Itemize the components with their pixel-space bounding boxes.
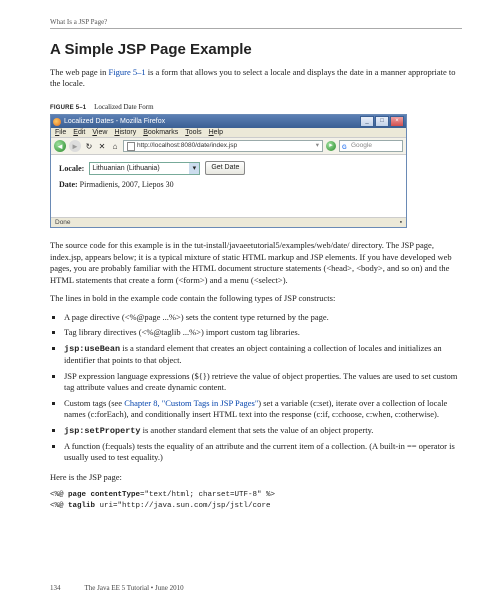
dropdown-icon[interactable]: ▾ <box>316 141 319 151</box>
chapter8-link[interactable]: Chapter 8, "Custom Tags in JSP Pages" <box>124 398 258 408</box>
setproperty-code: jsp:setProperty <box>64 426 141 436</box>
intro-paragraph: The web page in Figure 5–1 is a form tha… <box>50 67 462 90</box>
book-title: The Java EE 5 Tutorial • June 2010 <box>85 584 184 592</box>
usebean-code: jsp:useBean <box>64 344 120 354</box>
date-output: Date: Pirmadienis, 2007, Liepos 30 <box>59 180 398 189</box>
page-content: Locale: Lithuanian (Lithuania) ▾ Get Dat… <box>51 155 406 217</box>
locale-label: Locale: <box>59 164 84 173</box>
here-is-paragraph: Here is the JSP page: <box>50 472 462 483</box>
status-icon: ▪ <box>400 219 402 226</box>
bullet-el: JSP expression language expressions (${}… <box>64 371 462 394</box>
intro-text-before: The web page in <box>50 67 109 77</box>
custom-tags-before: Custom tags (see <box>64 398 124 408</box>
usebean-text: is a standard element that creates an ob… <box>64 343 442 365</box>
code-l2c: uri="http://java.sun.com/jsp/jstl/core <box>95 502 271 510</box>
browser-window: Localized Dates - Mozilla Firefox _ □ × … <box>50 114 407 228</box>
bold-intro-paragraph: The lines in bold in the example code co… <box>50 293 462 304</box>
menu-bookmarks[interactable]: Bookmarks <box>143 129 178 136</box>
code-l1c: ="text/html; charset=UTF-8" %> <box>140 491 275 499</box>
close-button[interactable]: × <box>390 116 404 127</box>
code-block: <%@ page contentType="text/html; charset… <box>50 490 462 510</box>
get-date-button[interactable]: Get Date <box>205 161 245 175</box>
menu-file[interactable]: File <box>55 129 66 136</box>
bullet-function: A function (f:equals) tests the equality… <box>64 441 462 464</box>
locale-select[interactable]: Lithuanian (Lithuania) ▾ <box>89 162 200 175</box>
bullet-usebean: jsp:useBean is a standard element that c… <box>64 343 462 367</box>
window-title: Localized Dates - Mozilla Firefox <box>64 118 360 125</box>
search-placeholder: Google <box>351 141 372 151</box>
menu-history[interactable]: History <box>114 129 136 136</box>
page-number: 134 <box>50 584 61 592</box>
minimize-button[interactable]: _ <box>360 116 374 127</box>
constructs-list: A page directive (<%@page ...%>) sets th… <box>50 312 462 464</box>
figure-caption-text: Localized Date Form <box>94 103 153 111</box>
go-button[interactable]: ▸ <box>326 141 336 151</box>
firefox-icon <box>53 118 61 126</box>
menu-view[interactable]: View <box>92 129 107 136</box>
search-box[interactable]: G Google <box>339 140 403 152</box>
back-button[interactable]: ◄ <box>54 140 66 152</box>
google-icon: G <box>342 143 349 150</box>
locale-value: Lithuanian (Lithuania) <box>92 163 159 174</box>
setproperty-text: is another standard element that sets th… <box>141 425 374 435</box>
home-icon[interactable]: ⌂ <box>110 141 120 151</box>
bullet-taglib: Tag library directives (<%@taglib ...%>)… <box>64 327 462 338</box>
page-title: A Simple JSP Page Example <box>50 41 462 58</box>
maximize-button[interactable]: □ <box>375 116 389 127</box>
page-footer: 134 The Java EE 5 Tutorial • June 2010 <box>50 584 184 592</box>
page-header: What Is a JSP Page? <box>50 18 462 29</box>
date-value: Pirmadienis, 2007, Liepos 30 <box>80 180 174 189</box>
reload-icon[interactable]: ↻ <box>84 141 94 151</box>
bullet-custom-tags: Custom tags (see Chapter 8, "Custom Tags… <box>64 398 462 421</box>
figure-link[interactable]: Figure 5–1 <box>109 67 146 77</box>
figure-label: FIGURE 5–1 <box>50 105 86 111</box>
menu-help[interactable]: Help <box>209 129 223 136</box>
menubar: File Edit View History Bookmarks Tools H… <box>51 128 406 138</box>
menu-edit[interactable]: Edit <box>73 129 85 136</box>
code-l2b: taglib <box>68 502 95 510</box>
titlebar: Localized Dates - Mozilla Firefox _ □ × <box>51 115 406 128</box>
bullet-setproperty: jsp:setProperty is another standard elem… <box>64 425 462 437</box>
stop-icon[interactable]: ✕ <box>97 141 107 151</box>
url-text: http://localhost:8080/date/index.jsp <box>137 141 237 151</box>
statusbar: Done ▪ <box>51 217 406 227</box>
code-l1a: <%@ <box>50 491 68 499</box>
menu-tools[interactable]: Tools <box>185 129 201 136</box>
code-l2a: <%@ <box>50 502 68 510</box>
date-label: Date: <box>59 180 80 189</box>
chevron-down-icon: ▾ <box>189 163 199 174</box>
status-text: Done <box>55 219 71 226</box>
figure-caption: FIGURE 5–1 Localized Date Form <box>50 103 462 111</box>
page-icon <box>127 142 135 151</box>
toolbar: ◄ ► ↻ ✕ ⌂ http://localhost:8080/date/ind… <box>51 138 406 155</box>
bullet-page-directive: A page directive (<%@page ...%>) sets th… <box>64 312 462 323</box>
url-bar[interactable]: http://localhost:8080/date/index.jsp ▾ <box>123 140 323 152</box>
forward-button[interactable]: ► <box>69 140 81 152</box>
code-l1b: page contentType <box>68 491 140 499</box>
source-paragraph: The source code for this example is in t… <box>50 240 462 286</box>
